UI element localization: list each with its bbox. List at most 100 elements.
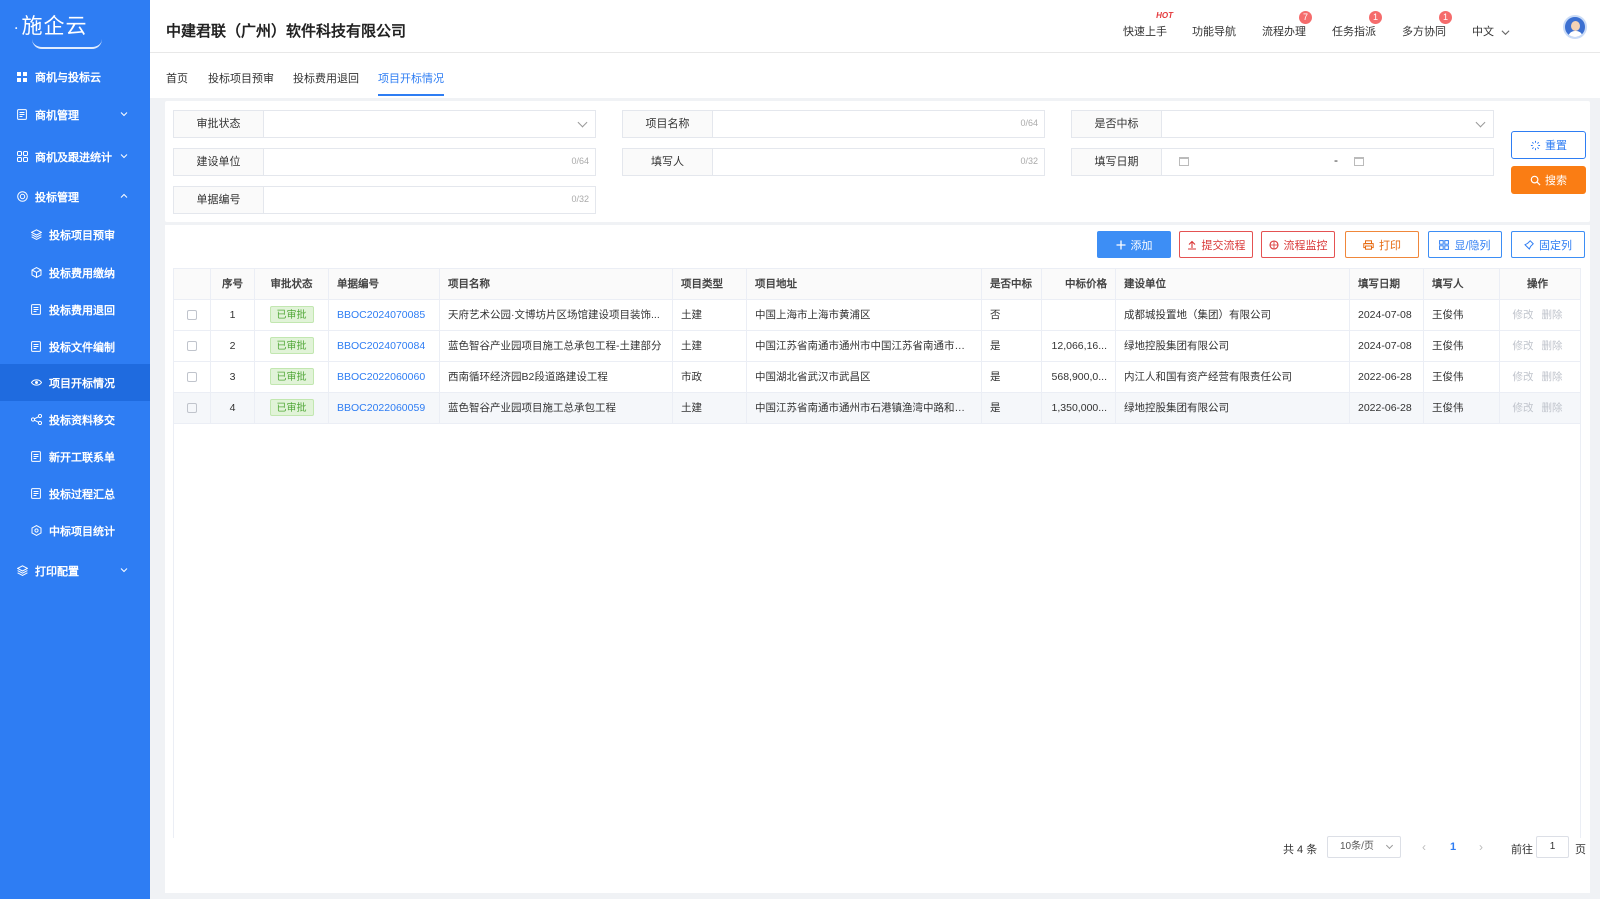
- sidebar-item-10[interactable]: 投标资料移交: [0, 401, 150, 438]
- eye-icon: [30, 377, 42, 389]
- col-header[interactable]: 序号: [211, 269, 255, 299]
- fix-columns-button[interactable]: 固定列: [1511, 231, 1585, 258]
- tab-home[interactable]: 首页: [166, 70, 188, 94]
- sidebar-item-9[interactable]: 项目开标情况: [0, 364, 150, 401]
- user-avatar[interactable]: [1563, 15, 1587, 39]
- app-logo[interactable]: ·施企云: [14, 10, 102, 49]
- table-row[interactable]: 3 已审批 BBOC2022060060 西南循环经济园B2段道路建设工程 市政 中国湖北…: [174, 362, 1580, 393]
- reset-button[interactable]: 重置: [1511, 131, 1586, 159]
- sidebar-item-4[interactable]: 投标管理: [0, 178, 150, 215]
- workflow-link[interactable]: 流程办理 7: [1262, 11, 1312, 39]
- apps-icon: [16, 151, 28, 163]
- workflow-monitor-button[interactable]: 流程监控: [1261, 231, 1335, 258]
- sidebar-item-14[interactable]: 打印配置: [0, 552, 150, 589]
- col-header[interactable]: 项目名称: [440, 269, 673, 299]
- delete-link[interactable]: 删除: [1542, 402, 1563, 414]
- doc-no-link[interactable]: BBOC2024070084: [337, 340, 425, 352]
- language-select[interactable]: 中文: [1472, 23, 1510, 39]
- cell-is-won: 否: [982, 300, 1042, 330]
- col-header[interactable]: 填写人: [1424, 269, 1500, 299]
- doc-no-field[interactable]: 单据编号 0/32: [173, 186, 596, 214]
- sidebar-item-1[interactable]: 商机与投标云: [0, 58, 150, 95]
- delete-link[interactable]: 删除: [1542, 340, 1563, 352]
- sidebar-item-12[interactable]: 投标过程汇总: [0, 475, 150, 512]
- is-won-select[interactable]: 是否中标: [1071, 110, 1494, 138]
- project-name-field[interactable]: 项目名称 0/64: [622, 110, 1045, 138]
- upload-icon: [1187, 240, 1196, 250]
- table-cell: 修改 删除: [1500, 393, 1575, 423]
- page-unit-label: 页: [1575, 844, 1586, 856]
- sidebar-item-8[interactable]: 投标文件编制: [0, 328, 150, 365]
- row-checkbox[interactable]: [187, 372, 197, 383]
- tab-bid-prereview[interactable]: 投标项目预审: [208, 70, 274, 94]
- builder-field[interactable]: 建设单位 0/64: [173, 148, 596, 176]
- table-cell: 修改 删除: [1500, 331, 1575, 361]
- table-row[interactable]: 1 已审批 BBOC2024070085 天府艺术公园·文博坊片区场馆建设项目装饰..…: [174, 300, 1580, 331]
- edit-link[interactable]: 修改: [1513, 402, 1534, 414]
- print-button[interactable]: 打印: [1345, 231, 1419, 258]
- col-header[interactable]: 项目类型: [673, 269, 747, 299]
- toggle-columns-button[interactable]: 显/隐列: [1428, 231, 1502, 258]
- sidebar-item-6[interactable]: 投标费用缴纳: [0, 254, 150, 291]
- sidebar-item-label: 投标资料移交: [49, 414, 115, 427]
- sidebar-item-label: 项目开标情况: [49, 377, 115, 390]
- search-icon: [1530, 175, 1541, 186]
- chevron-down-icon: [1385, 841, 1394, 850]
- table-row[interactable]: 4 已审批 BBOC2022060059 蓝色智谷产业园项目施工总承包工程 土建 中国江苏…: [174, 393, 1580, 424]
- add-button[interactable]: 添加: [1097, 231, 1171, 258]
- fill-date-range[interactable]: 填写日期 -: [1071, 148, 1494, 176]
- chevron-down-icon: [120, 565, 128, 573]
- col-header[interactable]: 中标价格: [1042, 269, 1116, 299]
- sidebar-item-13[interactable]: 中标项目统计: [0, 512, 150, 549]
- cell-no: 1: [211, 300, 255, 330]
- quick-start-link[interactable]: 快速上手 HOT: [1123, 11, 1173, 39]
- stack-icon: [16, 565, 28, 577]
- table-cell: 修改 删除: [1500, 300, 1575, 330]
- page-size-select[interactable]: 10条/页: [1327, 836, 1401, 858]
- table-card: 添加 提交流程 流程监控 打印 显/隐列 固定列 序号 审批状态 单据编号 项目…: [165, 225, 1590, 893]
- search-button[interactable]: 搜索: [1511, 166, 1586, 194]
- sidebar-item-3[interactable]: 商机及跟进统计: [0, 138, 150, 175]
- filler-field[interactable]: 填写人 0/32: [622, 148, 1045, 176]
- layers-icon: [30, 229, 42, 241]
- submit-workflow-button[interactable]: 提交流程: [1179, 231, 1253, 258]
- delete-link[interactable]: 删除: [1542, 371, 1563, 383]
- pagination: 共 4 条 10条/页 ‹ 1 › 前往 1 页: [165, 833, 1590, 873]
- tab-bid-fee-refund[interactable]: 投标费用退回: [293, 70, 359, 94]
- row-checkbox[interactable]: [187, 341, 197, 352]
- col-header[interactable]: 单据编号: [329, 269, 440, 299]
- prev-page-icon[interactable]: ‹: [1422, 840, 1426, 854]
- col-header[interactable]: 建设单位: [1116, 269, 1350, 299]
- col-header[interactable]: 审批状态: [255, 269, 329, 299]
- col-header[interactable]: 是否中标: [982, 269, 1042, 299]
- cell-no: 2: [211, 331, 255, 361]
- sidebar-item-7[interactable]: 投标费用退回: [0, 291, 150, 328]
- sidebar-item-label: 投标费用缴纳: [49, 267, 115, 280]
- doc-no-link[interactable]: BBOC2022060060: [337, 371, 425, 383]
- edit-link[interactable]: 修改: [1513, 309, 1534, 321]
- status-badge: 已审批: [269, 399, 314, 416]
- edit-link[interactable]: 修改: [1513, 371, 1534, 383]
- collaboration-link[interactable]: 多方协同 1: [1402, 11, 1452, 39]
- calendar-icon: [1179, 157, 1189, 166]
- sidebar-item-5[interactable]: 投标项目预审: [0, 216, 150, 253]
- table-row[interactable]: 2 已审批 BBOC2024070084 蓝色智谷产业园项目施工总承包工程-土建部分土…: [174, 331, 1580, 362]
- page-number[interactable]: 1: [1450, 841, 1456, 853]
- doc-no-link[interactable]: BBOC2022060059: [337, 402, 425, 414]
- col-header[interactable]: 填写日期: [1350, 269, 1424, 299]
- doc-no-link[interactable]: BBOC2024070085: [337, 309, 425, 321]
- row-checkbox[interactable]: [187, 310, 197, 321]
- sidebar-item-2[interactable]: 商机管理: [0, 96, 150, 133]
- col-header[interactable]: 项目地址: [747, 269, 982, 299]
- audit-status-select[interactable]: 审批状态: [173, 110, 596, 138]
- cell-address: 中国江苏省南通市通州市中国江苏省南通市通...: [747, 331, 982, 361]
- goto-page-input[interactable]: 1: [1536, 836, 1569, 858]
- edit-link[interactable]: 修改: [1513, 340, 1534, 352]
- next-page-icon[interactable]: ›: [1479, 840, 1483, 854]
- feature-nav-link[interactable]: 功能导航: [1192, 23, 1236, 39]
- sidebar-item-11[interactable]: 新开工联系单: [0, 438, 150, 475]
- row-checkbox[interactable]: [187, 403, 197, 414]
- task-assign-link[interactable]: 任务指派 1: [1332, 11, 1382, 39]
- tab-bid-opening[interactable]: 项目开标情况: [378, 70, 444, 96]
- delete-link[interactable]: 删除: [1542, 309, 1563, 321]
